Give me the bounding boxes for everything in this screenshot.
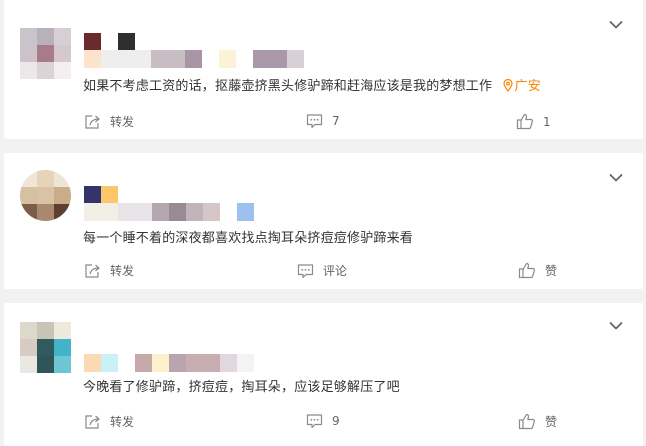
avatar[interactable]	[20, 322, 71, 373]
like-button[interactable]: 赞	[518, 413, 557, 430]
share-label: 转发	[110, 264, 135, 278]
like-button[interactable]: 赞	[518, 262, 557, 279]
username[interactable]	[84, 33, 135, 51]
share-icon	[85, 414, 100, 429]
comment-meta	[84, 203, 254, 221]
chevron-down-icon[interactable]	[609, 20, 623, 30]
comment-meta	[84, 50, 304, 68]
share-button[interactable]: 转发	[84, 113, 134, 130]
comment-meta	[84, 354, 254, 372]
avatar[interactable]	[20, 28, 71, 79]
comment-location: 广安	[502, 79, 541, 94]
comment-card: 每一个睡不着的深夜都喜欢找点掏耳朵挤痘痘修驴蹄来看 转发 评论 赞	[4, 153, 643, 289]
comment-body: 今晚看了修驴蹄，挤痘痘，掏耳朵，应该足够解压了吧	[83, 380, 400, 395]
thumbs-up-icon	[518, 262, 535, 279]
comment-button[interactable]: 评论	[297, 262, 347, 279]
chevron-down-icon[interactable]	[609, 321, 623, 331]
share-button[interactable]: 转发	[84, 262, 134, 279]
comment-label: 评论	[323, 264, 348, 278]
comment-card: 今晚看了修驴蹄，挤痘痘，掏耳朵，应该足够解压了吧 转发 9 赞	[4, 303, 643, 446]
comment-count: 9	[332, 414, 340, 428]
thumbs-up-icon	[516, 113, 533, 130]
comment-body: 每一个睡不着的深夜都喜欢找点掏耳朵挤痘痘修驴蹄来看	[83, 231, 414, 246]
comment-icon	[297, 263, 314, 278]
share-button[interactable]: 转发	[84, 413, 134, 430]
share-icon	[85, 114, 100, 129]
username[interactable]	[84, 186, 118, 204]
like-button[interactable]: 1	[516, 113, 551, 130]
comment-count: 7	[332, 114, 340, 128]
share-icon	[85, 263, 100, 278]
comment-text: 今晚看了修驴蹄，挤痘痘，掏耳朵，应该足够解压了吧	[83, 376, 400, 395]
comment-body: 如果不考虑工资的话，抠藤壶挤黑头修驴蹄和赶海应该是我的梦想工作	[83, 79, 493, 94]
share-label: 转发	[110, 415, 135, 429]
comment-feed: 如果不考虑工资的话，抠藤壶挤黑头修驴蹄和赶海应该是我的梦想工作 广安 转发 7 …	[0, 0, 646, 446]
location-pin-icon	[502, 79, 513, 92]
chevron-down-icon[interactable]	[609, 173, 623, 183]
like-label: 赞	[545, 415, 558, 429]
share-label: 转发	[110, 115, 135, 129]
comment-icon	[306, 114, 323, 129]
comment-card: 如果不考虑工资的话，抠藤壶挤黑头修驴蹄和赶海应该是我的梦想工作 广安 转发 7 …	[4, 0, 643, 139]
comment-button[interactable]: 9	[306, 413, 340, 429]
avatar[interactable]	[20, 170, 71, 221]
comment-text: 每一个睡不着的深夜都喜欢找点掏耳朵挤痘痘修驴蹄来看	[83, 227, 413, 246]
comment-button[interactable]: 7	[306, 113, 340, 129]
thumbs-up-icon	[518, 413, 535, 430]
comment-icon	[306, 414, 323, 429]
like-count: 1	[543, 114, 551, 129]
comment-text: 如果不考虑工资的话，抠藤壶挤黑头修驴蹄和赶海应该是我的梦想工作 广安	[83, 75, 541, 94]
like-label: 赞	[545, 264, 558, 278]
location-label: 广安	[514, 79, 541, 94]
